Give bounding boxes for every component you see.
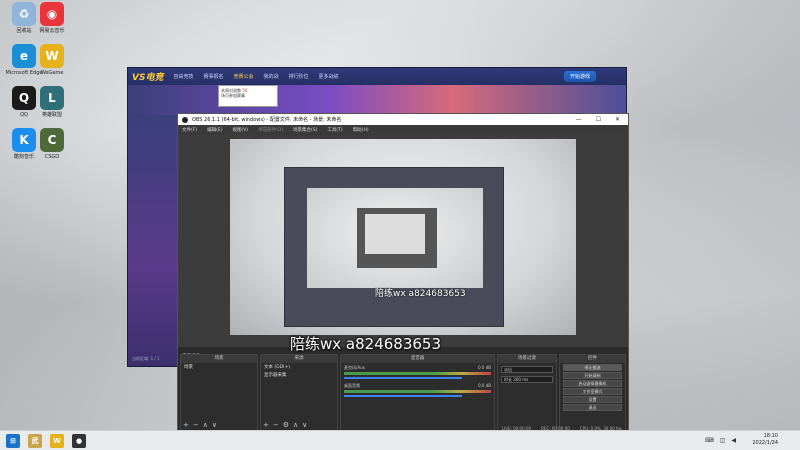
source-item[interactable]: 显示器采集: [261, 371, 337, 379]
volume-fader[interactable]: [344, 395, 462, 397]
controls-dock: 控件 停止推流 开始录制 启动虚拟摄像机 工作室模式 设置 退出: [559, 354, 626, 432]
desktop-icon-label: 网易云音乐: [39, 28, 65, 34]
clock-date: 2022/1/24: [752, 440, 778, 446]
mixer-channel[interactable]: 麦克风/Aux 0.0 dB: [341, 363, 494, 381]
system-tray: ⌨ ◫ ◀: [705, 437, 736, 444]
menu-help[interactable]: 帮助(H): [353, 127, 369, 133]
obs-app-icon: [182, 116, 188, 123]
obs-window-title: OBS 26.1.1 (64-bit, windows) - 配置文件: 未命名…: [192, 117, 342, 123]
game-tab[interactable]: 更多战绩: [319, 73, 339, 80]
menu-tools[interactable]: 工具(T): [327, 127, 342, 133]
mixer-header: 混音器: [341, 355, 494, 363]
recursive-preview-deep-inner: [365, 214, 425, 254]
game-tab[interactable]: 赛事报名: [203, 73, 223, 80]
mixer-channel[interactable]: 桌面音频 0.0 dB: [341, 381, 494, 399]
maximize-icon[interactable]: ☐: [596, 116, 601, 123]
transition-select[interactable]: 淡出: [501, 366, 553, 373]
clock[interactable]: 18:10 2022/1/24: [752, 433, 778, 447]
obs-docks: 场景 场景 + − ∧ ∨ 来源 文本 (GDI+) 显示器采集 + − ⚙ ∧…: [178, 354, 628, 432]
sources-header: 来源: [261, 355, 337, 363]
channel-name: 桌面音频: [344, 383, 360, 388]
channel-db: 0.0 dB: [478, 365, 491, 370]
volume-fader[interactable]: [344, 377, 462, 379]
desktop-icon-label: CSGO: [44, 154, 60, 160]
game-topbar: VS电竞 自由竞技 赛事报名 竞赛公会 我的战 排行阶位 更多战绩 开始游戏: [128, 68, 626, 85]
game-taskbar-icon[interactable]: 武: [28, 433, 42, 448]
channel-db: 0.0 dB: [478, 383, 491, 388]
game-logo: VS电竞: [132, 73, 164, 83]
game-tab[interactable]: 排行阶位: [289, 73, 309, 80]
duration-label: 时长: [504, 377, 512, 382]
inner-watermark-text: 陪练wx a824683653: [375, 289, 466, 299]
recursive-preview-inner: [307, 188, 483, 288]
volume-icon[interactable]: ◀: [731, 437, 736, 444]
game-status-text: 当前区域: 1 / 1: [132, 356, 160, 361]
obs-titlebar[interactable]: OBS 26.1.1 (64-bit, windows) - 配置文件: 未命名…: [178, 114, 628, 125]
clock-time: 18:10: [763, 433, 778, 439]
app-icon: L: [40, 86, 64, 110]
wegame-taskbar-icon[interactable]: W: [50, 433, 64, 448]
transitions-header: 场景过渡: [498, 355, 556, 363]
close-icon[interactable]: ✕: [615, 116, 620, 123]
preview-canvas[interactable]: 陪练wx a824683653: [230, 139, 576, 335]
recursive-preview: 陪练wx a824683653: [284, 167, 504, 327]
game-tab-active[interactable]: 竞赛公会: [233, 73, 253, 80]
obs-menubar: 文件(F) 编辑(E) 视图(V) 停靠部件(D) 场景集合(S) 工具(T) …: [178, 125, 628, 135]
tooltip-text-2: 场可参加赛事: [221, 93, 245, 98]
minimize-icon[interactable]: —: [576, 116, 582, 123]
desktop-icon[interactable]: L 英雄联盟: [32, 86, 72, 118]
obs-taskbar-icon[interactable]: ●: [72, 433, 86, 448]
studio-mode-button[interactable]: 工作室模式: [563, 388, 622, 395]
menu-docks[interactable]: 停靠部件(D): [258, 127, 283, 133]
settings-button[interactable]: 设置: [563, 396, 622, 403]
game-tab[interactable]: 我的战: [264, 73, 279, 80]
app-icon: W: [40, 44, 64, 68]
menu-edit[interactable]: 编辑(E): [207, 127, 222, 133]
scenes-header: 场景: [181, 355, 257, 363]
desktop-icon[interactable]: ◉ 网易云音乐: [32, 2, 72, 34]
obs-window[interactable]: OBS 26.1.1 (64-bit, windows) - 配置文件: 未命名…: [177, 113, 629, 433]
menu-file[interactable]: 文件(F): [182, 127, 197, 133]
keyboard-icon[interactable]: ⌨: [705, 437, 714, 444]
transitions-dock: 场景过渡 淡出 时长 300 ms: [497, 354, 557, 432]
transition-duration[interactable]: 时长 300 ms: [501, 376, 553, 383]
start-game-button[interactable]: 开始游戏: [563, 71, 596, 82]
game-banner: [128, 85, 626, 115]
game-tooltip: 本周对战数 50 场可参加赛事: [218, 85, 278, 107]
app-icon: C: [40, 128, 64, 152]
start-taskbar-icon[interactable]: ⊞: [6, 433, 20, 448]
desktop-icon[interactable]: C CSGO: [32, 128, 72, 160]
menu-view[interactable]: 视图(V): [232, 127, 248, 133]
desktop-icon-label: 英雄联盟: [41, 112, 62, 118]
duration-value: 300 ms: [513, 377, 529, 382]
start-recording-button[interactable]: 开始录制: [563, 372, 622, 379]
desktop-icon[interactable]: W WeGame: [32, 44, 72, 76]
desktop-icon-label: WeGame: [40, 70, 64, 76]
mixer-dock: 混音器 麦克风/Aux 0.0 dB 桌面音频 0.0 dB: [340, 354, 495, 432]
app-icon: ◉: [40, 2, 64, 26]
game-side-panel: [128, 115, 180, 366]
overlay-watermark: 陪练wx a824683653: [290, 335, 441, 353]
taskbar-apps: ⊞ 武 W ●: [6, 433, 86, 448]
recursive-preview-deep: [357, 208, 437, 268]
source-item[interactable]: 文本 (GDI+): [261, 363, 337, 371]
volume-meter: [344, 372, 491, 375]
taskbar: ⊞ 武 W ● ⌨ ◫ ◀ 18:10 2022/1/24: [0, 430, 800, 450]
stop-streaming-button[interactable]: 停止推流: [563, 364, 622, 371]
menu-scene-collection[interactable]: 场景集合(S): [293, 127, 317, 133]
game-tab[interactable]: 自由竞技: [173, 73, 193, 80]
scene-item[interactable]: 场景: [181, 363, 257, 371]
volume-meter: [344, 390, 491, 393]
virtual-camera-button[interactable]: 启动虚拟摄像机: [563, 380, 622, 387]
obs-preview-area[interactable]: 陪练wx a824683653 未选择源: [178, 135, 628, 359]
controls-header: 控件: [560, 355, 625, 363]
sources-dock: 来源 文本 (GDI+) 显示器采集 + − ⚙ ∧ ∨: [260, 354, 338, 432]
network-icon[interactable]: ◫: [720, 437, 726, 444]
exit-button[interactable]: 退出: [563, 404, 622, 411]
channel-name: 麦克风/Aux: [344, 365, 365, 370]
scenes-dock: 场景 场景 + − ∧ ∨: [180, 354, 258, 432]
